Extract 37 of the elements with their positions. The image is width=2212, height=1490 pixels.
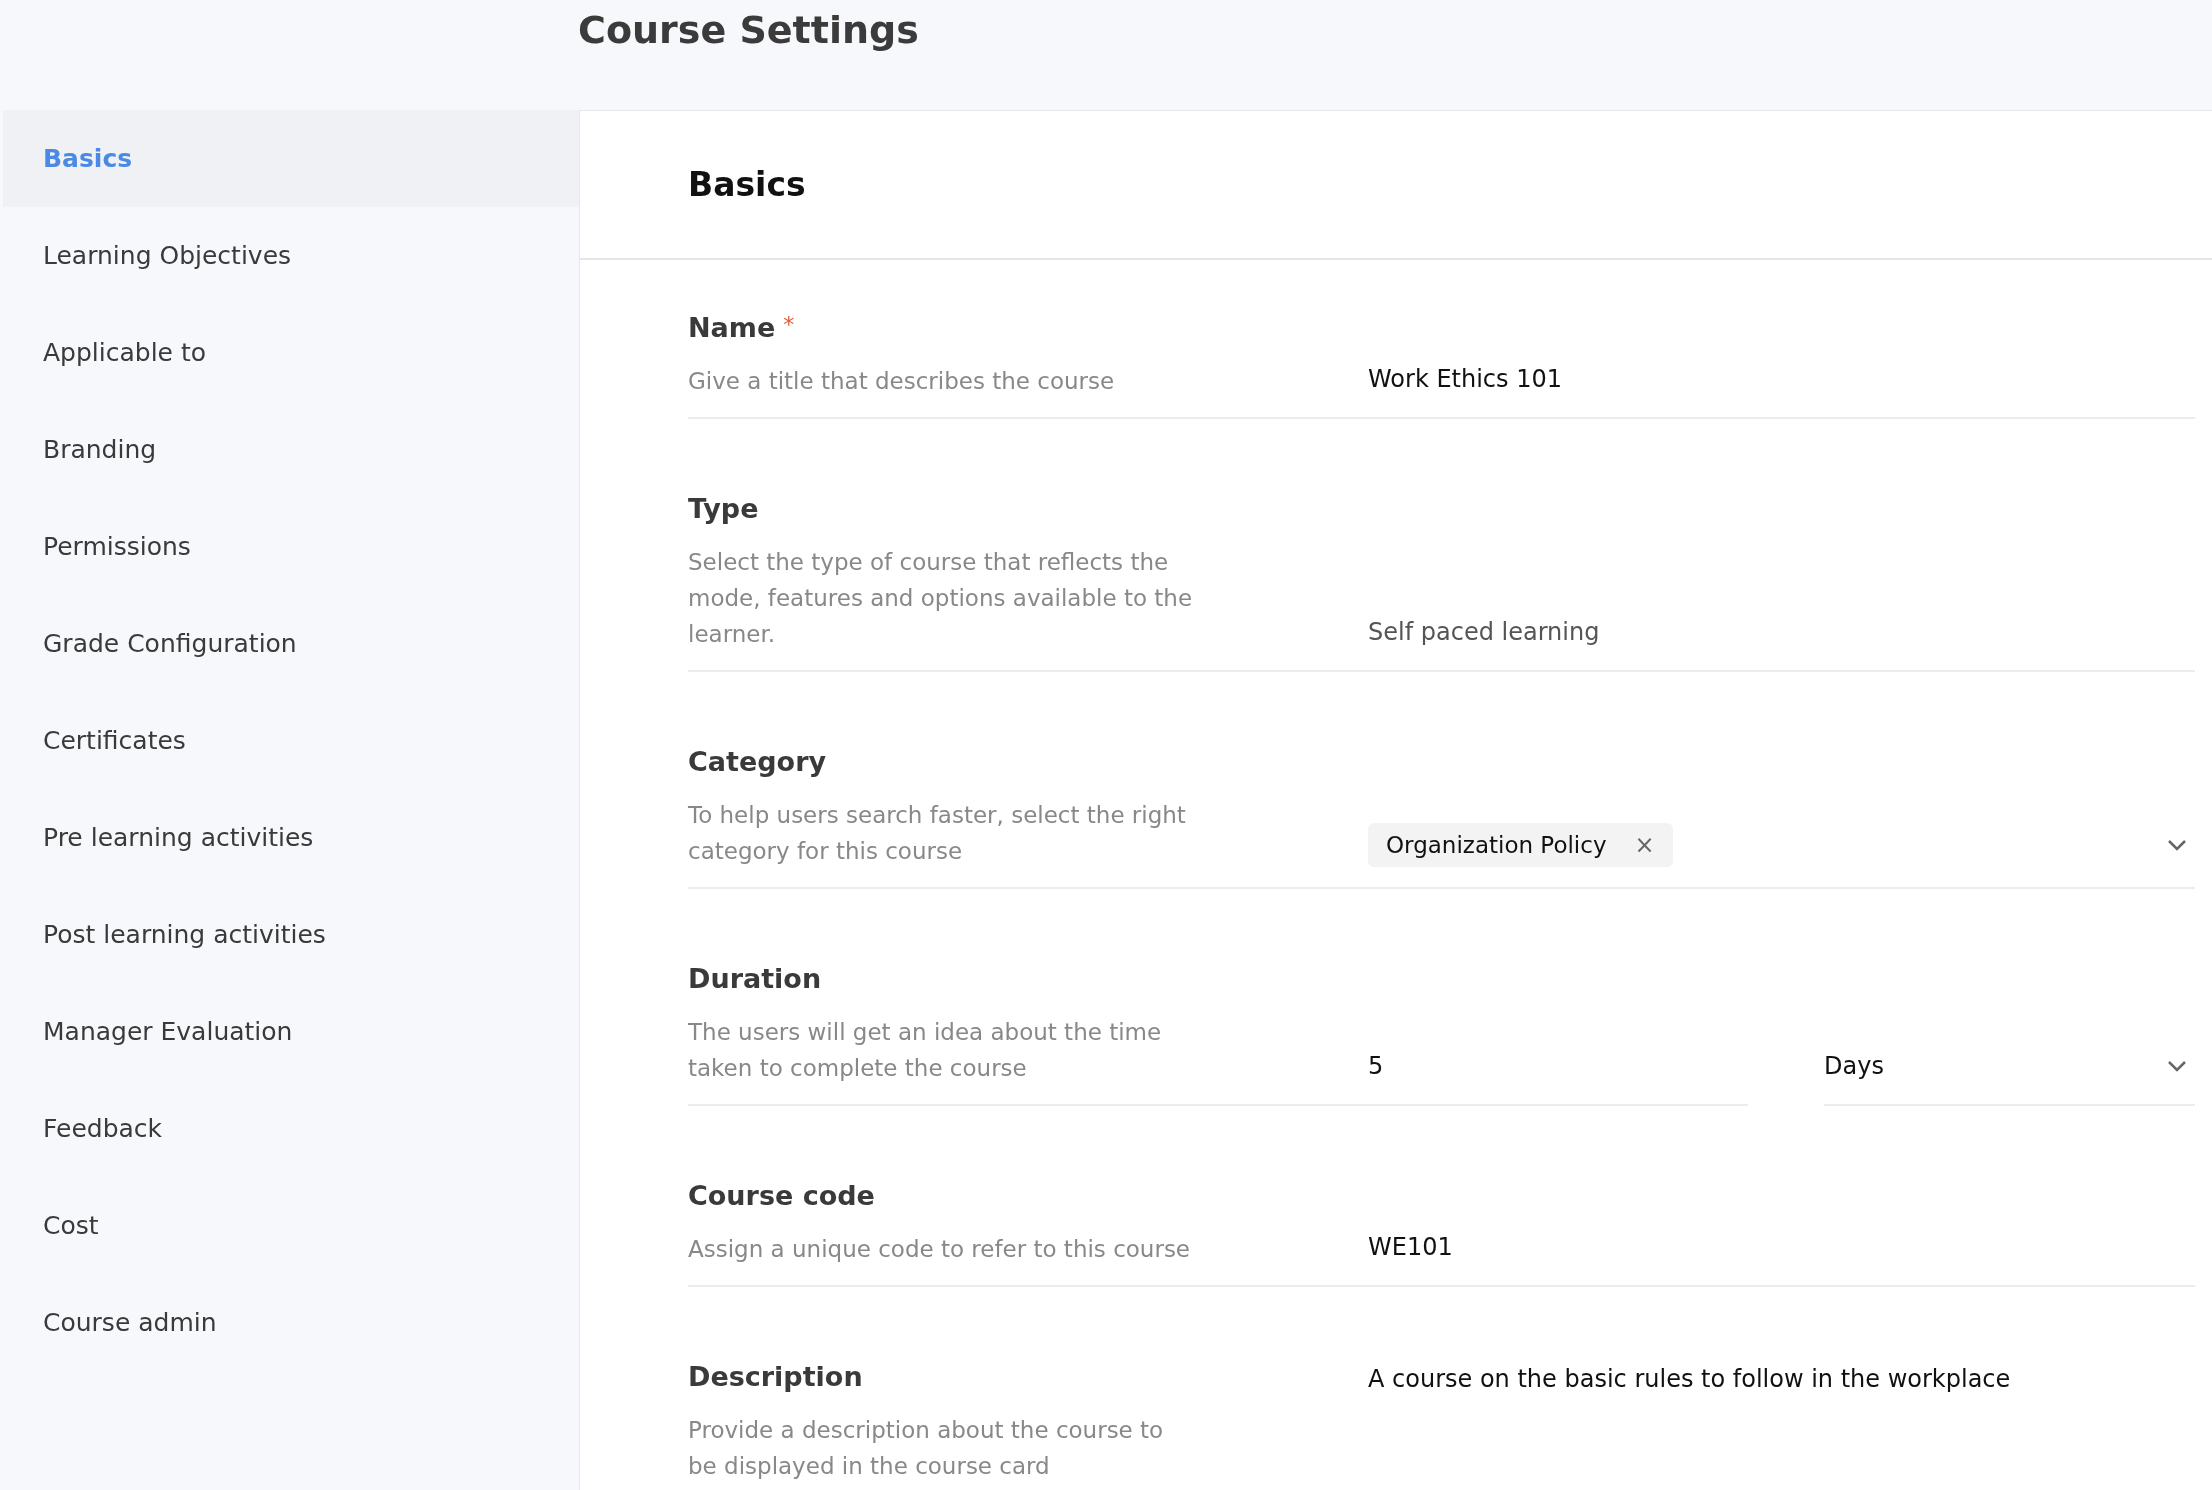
sidebar-item[interactable]: Branding [3,401,579,498]
sidebar-item[interactable]: Post learning activities [3,886,579,983]
field-label: Duration [688,963,822,994]
sidebar-item[interactable]: Applicable to [3,304,579,401]
sidebar-item[interactable]: Course admin [3,1274,579,1371]
unit-select[interactable]: Days [1824,1052,2195,1106]
sidebar-item[interactable]: Manager Evaluation [3,983,579,1080]
text-area[interactable]: A course on the basic rules to follow in the workplace [1368,1361,2195,1393]
sidebar-item[interactable]: Pre learning activities [3,789,579,886]
section-title: Basics [688,165,806,204]
field-description: Provide a description about the course to be displayed in the course card [688,1416,1165,1481]
field-label: Course code [688,1180,875,1211]
input-field[interactable]: WE101 [1368,1233,2195,1287]
input-field[interactable]: Work Ethics 101 [1368,365,2195,419]
remove-button[interactable]: × [1634,831,1655,859]
sidebar-item[interactable]: Learning Objectives [3,207,579,304]
input-field[interactable]: 5 [1368,1052,1748,1106]
field-label: Description [688,1361,863,1392]
field-description: Assign a unique code to refer to this course [688,1235,1192,1264]
field-label: Category [688,746,827,777]
field-label: Type [688,493,759,524]
sidebar-item[interactable]: Certificates [3,692,579,789]
field-description: Give a title that describes the course [688,367,1116,396]
category-tag: Organization Policy × [1368,823,1673,867]
field-description: To help users search faster, select the right category for this course [688,801,1187,866]
page-title: Course Settings [578,8,919,52]
field-description: The users will get an idea about the time taken to complete the course [688,1018,1163,1083]
field-label: Name [688,312,776,343]
sidebar-item[interactable]: Permissions [3,498,579,595]
sidebar-item[interactable]: Feedback [3,1080,579,1177]
chevron-down-icon [2167,839,2187,851]
sidebar-item[interactable]: Grade Configuration [3,595,579,692]
chevron-down-icon [2167,1060,2187,1072]
select-field[interactable]: Organization Policy × [1368,823,2195,889]
field-description: Select the type of course that reflects the mode, features and options available to the learner. [688,548,1194,649]
required-mark: * [783,312,795,337]
sidebar-item[interactable]: Cost [3,1177,579,1274]
